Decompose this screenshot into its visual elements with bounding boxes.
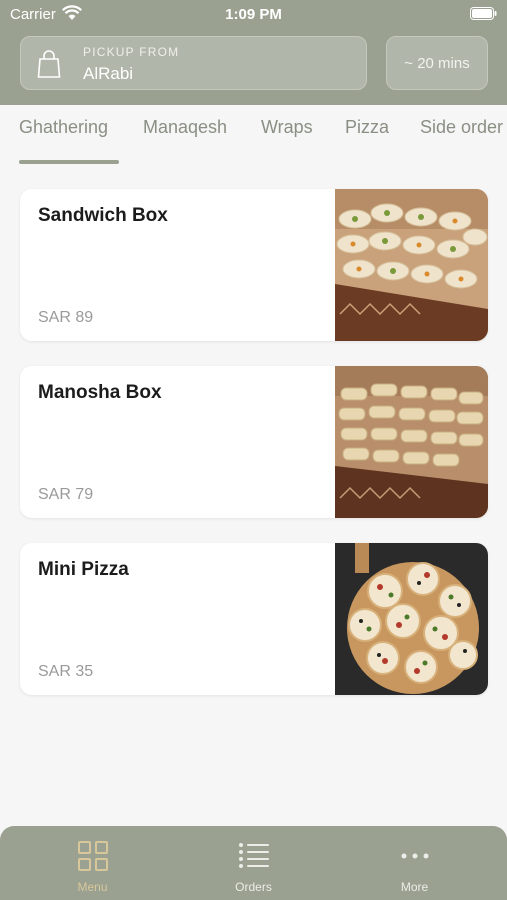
active-tab-indicator xyxy=(19,160,119,164)
tab-wraps[interactable]: Wraps xyxy=(261,117,313,138)
more-dots-icon xyxy=(401,853,429,859)
battery-icon xyxy=(470,7,497,20)
tab-menu[interactable]: Menu xyxy=(8,826,177,900)
grid-icon xyxy=(78,841,108,871)
tab-orders-label: Orders xyxy=(235,880,272,894)
tab-manaqesh[interactable]: Manaqesh xyxy=(143,117,227,138)
menu-item-price: SAR 79 xyxy=(38,486,94,503)
manosha-box-image xyxy=(335,366,488,518)
menu-item-card[interactable]: Mini Pizza SAR 35 xyxy=(20,543,488,695)
status-bar: Carrier 1:09 PM xyxy=(0,0,507,30)
tab-ghathering[interactable]: Ghathering xyxy=(19,117,108,138)
clock-time: 1:09 PM xyxy=(225,6,282,23)
menu-item-price: SAR 35 xyxy=(38,663,94,680)
menu-item-card[interactable]: Manosha Box SAR 79 xyxy=(20,366,488,518)
pickup-location-selector[interactable]: PICKUP FROM AlRabi xyxy=(20,36,367,90)
category-tabs: Ghathering Manaqesh Wraps Pizza Side ord… xyxy=(0,105,507,167)
wait-time-label: ~ 20 mins xyxy=(404,54,470,72)
tab-pizza[interactable]: Pizza xyxy=(345,117,389,138)
menu-item-title: Mini Pizza xyxy=(38,559,129,580)
pickup-store-name: AlRabi xyxy=(83,64,134,83)
menu-item-card[interactable]: Sandwich Box SAR 89 xyxy=(20,189,488,341)
tab-orders[interactable]: Orders xyxy=(169,826,338,900)
bottom-tab-bar: Menu Orders More xyxy=(0,826,507,900)
list-icon xyxy=(239,843,269,868)
wait-time-badge[interactable]: ~ 20 mins xyxy=(386,36,488,90)
tab-more[interactable]: More xyxy=(330,826,499,900)
sandwich-box-image xyxy=(335,189,488,341)
tab-more-label: More xyxy=(400,880,429,894)
app-header: Carrier 1:09 PM PICKUP FROM AlRabi ~ 20 … xyxy=(0,0,507,105)
menu-item-title: Sandwich Box xyxy=(38,205,168,226)
tab-menu-label: Menu xyxy=(77,880,108,894)
shopping-bag-icon xyxy=(37,50,61,78)
menu-item-price: SAR 89 xyxy=(38,309,94,326)
menu-item-title: Manosha Box xyxy=(38,382,162,403)
pickup-label: PICKUP FROM xyxy=(83,45,180,59)
mini-pizza-image xyxy=(335,543,488,695)
tab-side-order[interactable]: Side order xyxy=(420,117,503,138)
